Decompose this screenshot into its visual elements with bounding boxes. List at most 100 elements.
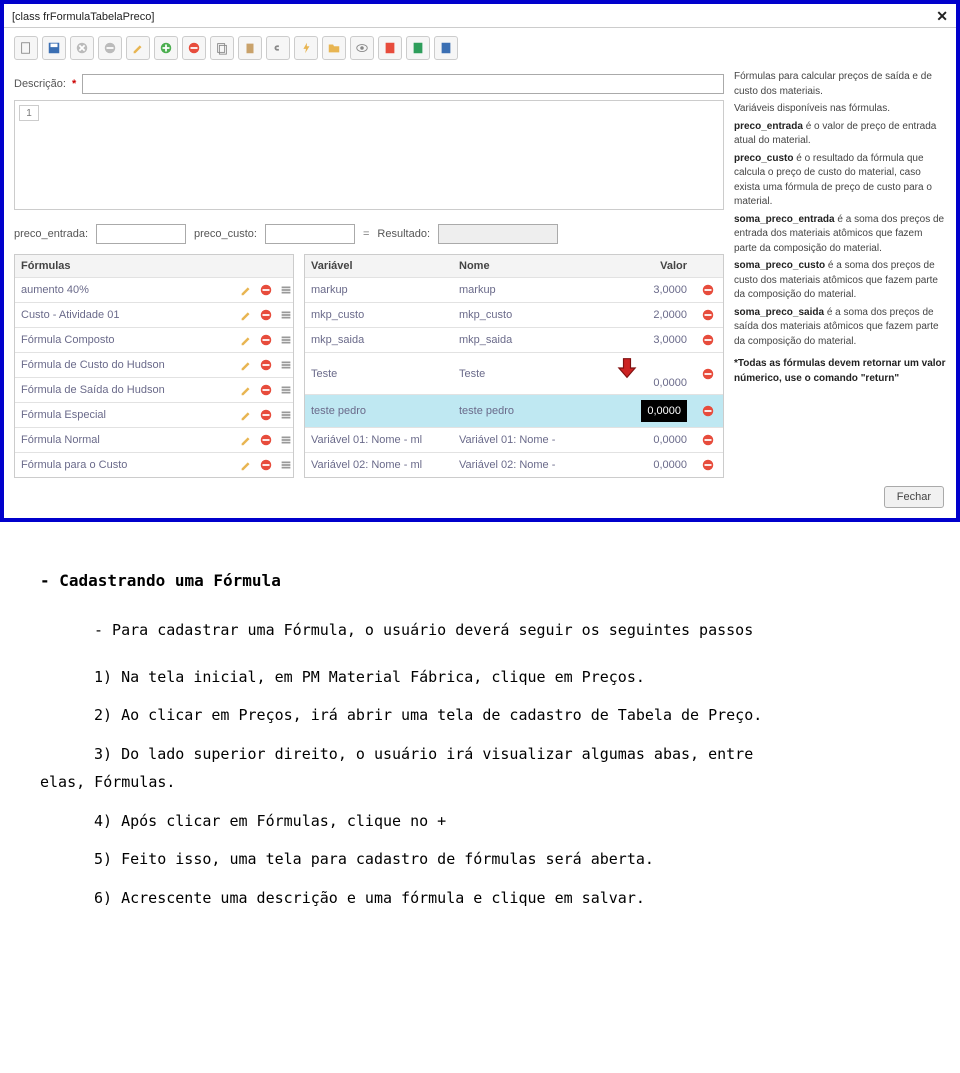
- delete-icon[interactable]: [693, 303, 723, 327]
- formula-row[interactable]: Fórmula Normal: [15, 427, 293, 452]
- delete-icon[interactable]: [253, 453, 273, 477]
- new-icon[interactable]: [14, 36, 38, 60]
- variable-nome: Teste: [453, 363, 603, 385]
- formula-row[interactable]: Fórmula Composto: [15, 327, 293, 352]
- variable-row[interactable]: mkp_saidamkp_saida3,0000: [305, 327, 723, 352]
- formula-row[interactable]: Fórmula Especial: [15, 402, 293, 427]
- delete-icon[interactable]: [693, 362, 723, 386]
- variable-var: Variável 01: Nome - ml: [305, 429, 453, 451]
- edit-icon[interactable]: [233, 403, 253, 427]
- edit-icon[interactable]: [126, 36, 150, 60]
- resultado-output: [438, 224, 558, 244]
- formula-name: Fórmula de Saída do Hudson: [15, 379, 233, 401]
- formula-row[interactable]: Custo - Atividade 01: [15, 302, 293, 327]
- delete-icon[interactable]: [253, 328, 273, 352]
- edit-icon[interactable]: [233, 453, 253, 477]
- formula-name: Fórmula para o Custo: [15, 454, 233, 476]
- formula-row[interactable]: Fórmula de Custo do Hudson: [15, 352, 293, 377]
- reorder-icon[interactable]: [273, 303, 293, 327]
- undo-icon[interactable]: [98, 36, 122, 60]
- delete-icon[interactable]: [253, 353, 273, 377]
- reorder-icon[interactable]: [273, 428, 293, 452]
- variable-row[interactable]: mkp_customkp_custo2,0000: [305, 302, 723, 327]
- variable-nome: mkp_saida: [453, 329, 603, 351]
- step-3: 3) Do lado superior direito, o usuário i…: [40, 740, 920, 797]
- help-line: soma_preco_custo é a soma dos preços de …: [734, 259, 946, 303]
- preco-custo-input[interactable]: [265, 224, 355, 244]
- edit-icon[interactable]: [233, 378, 253, 402]
- fechar-button[interactable]: Fechar: [884, 486, 944, 508]
- app-window: [class frFormulaTabelaPreco] ✕: [0, 0, 960, 522]
- edit-icon[interactable]: [233, 428, 253, 452]
- variable-valor[interactable]: 0,0000: [603, 395, 693, 427]
- delete-icon[interactable]: [693, 453, 723, 477]
- col-nome: Nome: [453, 255, 603, 277]
- flash-icon[interactable]: [294, 36, 318, 60]
- variables-panel: Variável Nome Valor markupmarkup3,0000mk…: [304, 254, 724, 478]
- delete-icon[interactable]: [693, 399, 723, 423]
- variable-nome: mkp_custo: [453, 304, 603, 326]
- variable-row[interactable]: Variável 01: Nome - mlVariável 01: Nome …: [305, 427, 723, 452]
- edit-icon[interactable]: [233, 278, 253, 302]
- instructions-text: - Cadastrando uma Fórmula - Para cadastr…: [0, 522, 960, 952]
- formula-name: Fórmula Normal: [15, 429, 233, 451]
- formula-name: aumento 40%: [15, 279, 233, 301]
- help-line: Fórmulas para calcular preços de saída e…: [734, 70, 946, 99]
- delete-icon[interactable]: [693, 278, 723, 302]
- formula-row[interactable]: aumento 40%: [15, 277, 293, 302]
- preco-entrada-input[interactable]: [96, 224, 186, 244]
- variable-row[interactable]: markupmarkup3,0000: [305, 277, 723, 302]
- delete-icon[interactable]: [253, 403, 273, 427]
- edit-icon[interactable]: [233, 328, 253, 352]
- delete-icon[interactable]: [693, 428, 723, 452]
- formula-row[interactable]: Fórmula de Saída do Hudson: [15, 377, 293, 402]
- variable-row[interactable]: TesteTeste0,0000: [305, 352, 723, 394]
- delete-icon[interactable]: [253, 303, 273, 327]
- description-input[interactable]: [82, 74, 724, 94]
- remove-icon[interactable]: [182, 36, 206, 60]
- variable-nome: markup: [453, 279, 603, 301]
- pdf-icon[interactable]: [378, 36, 402, 60]
- reorder-icon[interactable]: [273, 328, 293, 352]
- save-icon[interactable]: [42, 36, 66, 60]
- link-icon[interactable]: [266, 36, 290, 60]
- delete-icon[interactable]: [253, 378, 273, 402]
- instructions-heading: - Cadastrando uma Fórmula: [40, 566, 920, 596]
- variable-row[interactable]: Variável 02: Nome - mlVariável 02: Nome …: [305, 452, 723, 477]
- reorder-icon[interactable]: [273, 403, 293, 427]
- reorder-icon[interactable]: [273, 378, 293, 402]
- footer-bar: Fechar: [4, 478, 956, 512]
- reorder-icon[interactable]: [273, 353, 293, 377]
- folder-icon[interactable]: [322, 36, 346, 60]
- excel-icon[interactable]: [406, 36, 430, 60]
- word-icon[interactable]: [434, 36, 458, 60]
- edit-icon[interactable]: [233, 303, 253, 327]
- variable-valor: 0,0000: [603, 454, 693, 476]
- help-line: soma_preco_entrada é a soma dos preços d…: [734, 213, 946, 257]
- variable-valor: 0,0000: [603, 429, 693, 451]
- formula-row[interactable]: Fórmula para o Custo: [15, 452, 293, 477]
- copy-icon[interactable]: [210, 36, 234, 60]
- edit-icon[interactable]: [233, 353, 253, 377]
- equals-label: =: [363, 228, 369, 240]
- add-icon[interactable]: [154, 36, 178, 60]
- variable-valor: 3,0000: [603, 279, 693, 301]
- delete-icon[interactable]: [693, 328, 723, 352]
- formula-editor[interactable]: 1: [14, 100, 724, 210]
- cancel-icon[interactable]: [70, 36, 94, 60]
- reorder-icon[interactable]: [273, 278, 293, 302]
- help-panel: Fórmulas para calcular preços de saída e…: [734, 68, 946, 478]
- reorder-icon[interactable]: [273, 453, 293, 477]
- step-4: 4) Após clicar em Fórmulas, clique no +: [40, 807, 920, 836]
- formulas-header: Fórmulas: [15, 255, 231, 277]
- instructions-lead: - Para cadastrar uma Fórmula, o usuário …: [40, 616, 920, 645]
- delete-icon[interactable]: [253, 428, 273, 452]
- variable-valor: 3,0000: [603, 329, 693, 351]
- view-icon[interactable]: [350, 36, 374, 60]
- variable-row[interactable]: teste pedroteste pedro0,0000: [305, 394, 723, 427]
- delete-icon[interactable]: [253, 278, 273, 302]
- formula-name: Fórmula Especial: [15, 404, 233, 426]
- close-icon[interactable]: ✕: [936, 8, 948, 25]
- preco-entrada-label: preco_entrada:: [14, 228, 88, 240]
- paste-icon[interactable]: [238, 36, 262, 60]
